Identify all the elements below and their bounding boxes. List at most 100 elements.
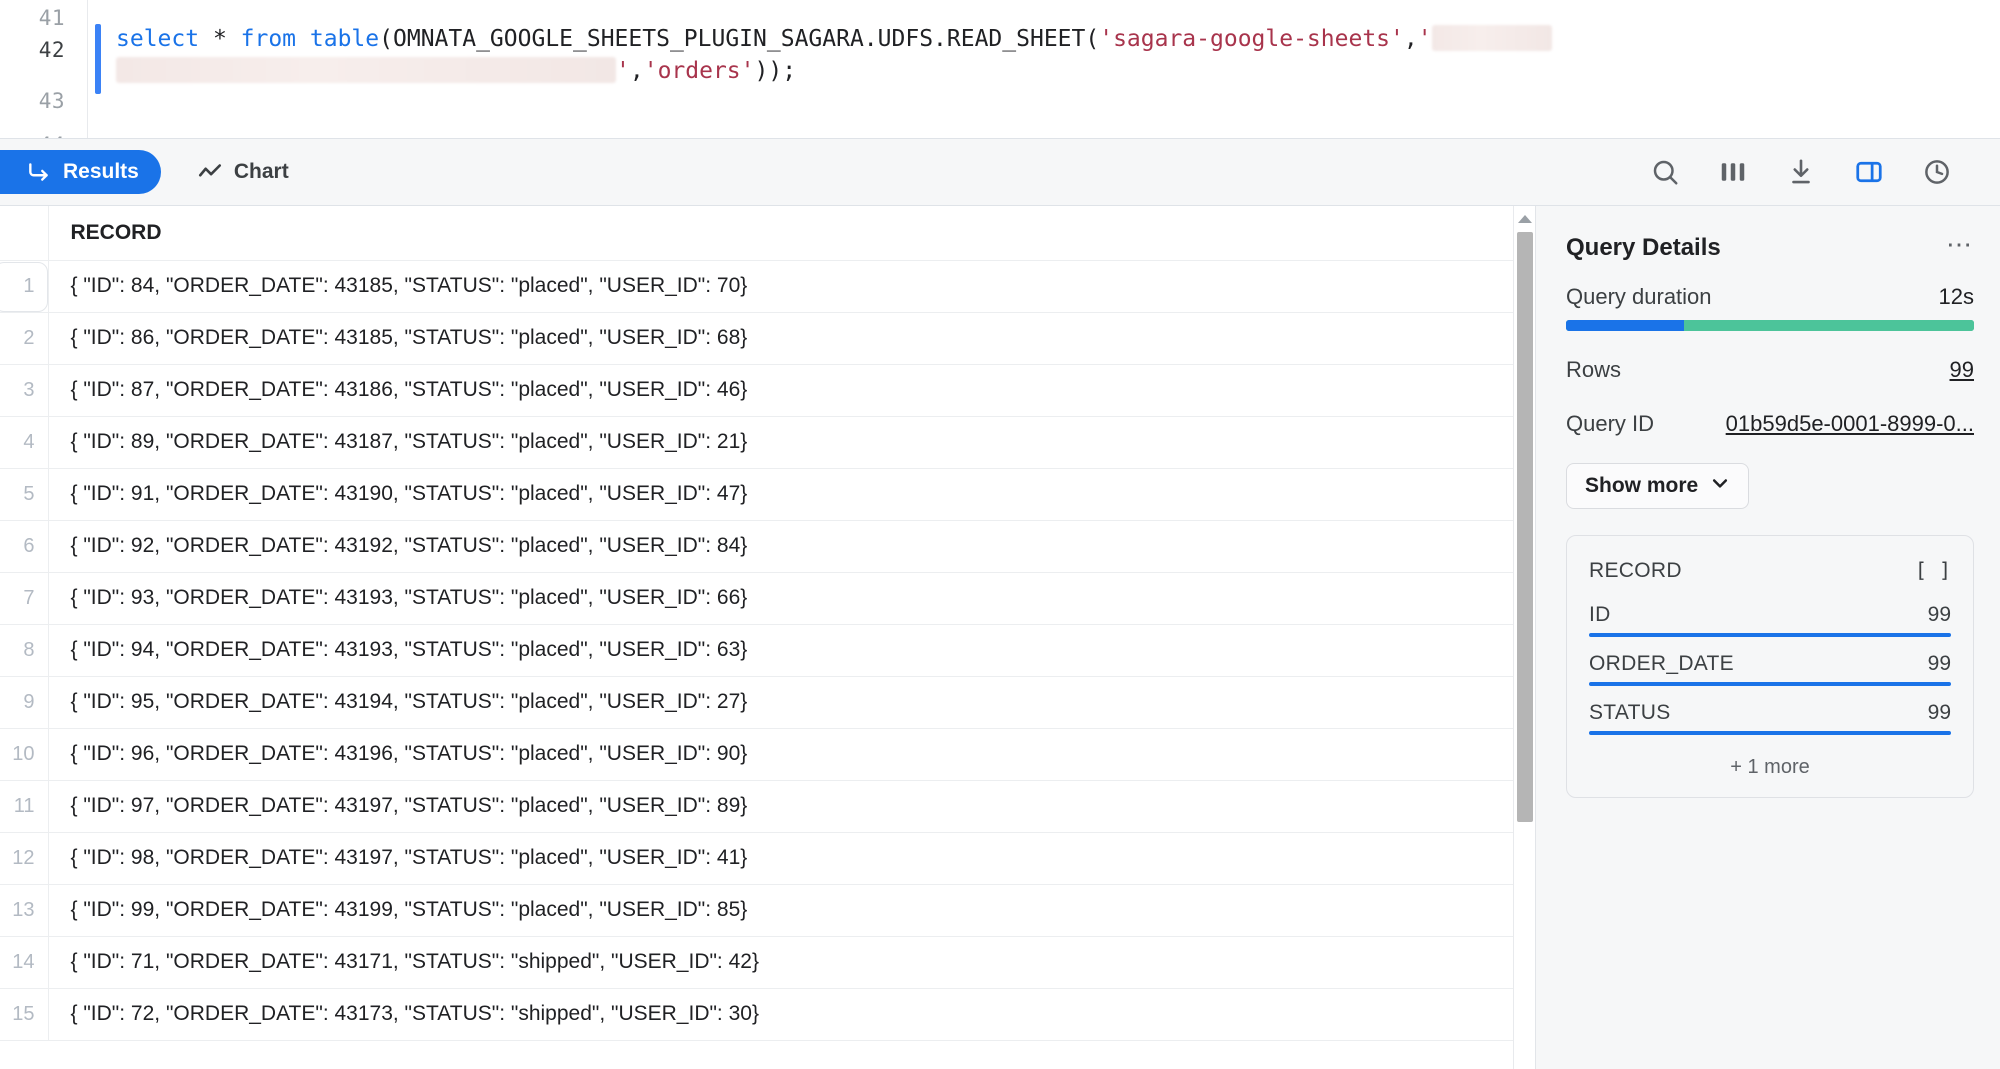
table-row[interactable]: 11{ "ID": 97, "ORDER_DATE": 43197, "STAT… — [0, 780, 1535, 833]
query-id-value[interactable]: 01b59d5e-0001-8999-0... — [1726, 411, 1974, 437]
column-header-record[interactable]: RECORD — [48, 206, 1535, 261]
record-cell[interactable]: { "ID": 87, "ORDER_DATE": 43186, "STATUS… — [48, 364, 1535, 417]
sql-paren-open: ( — [379, 26, 393, 52]
record-cell[interactable]: { "ID": 84, "ORDER_DATE": 43185, "STATUS… — [48, 260, 1535, 313]
results-tab-group: Results Chart — [0, 150, 311, 194]
table-row[interactable]: 5{ "ID": 91, "ORDER_DATE": 43190, "STATU… — [0, 468, 1535, 521]
record-stats-more-note[interactable]: + 1 more — [1589, 750, 1951, 779]
table-row[interactable]: 6{ "ID": 92, "ORDER_DATE": 43192, "STATU… — [0, 520, 1535, 573]
search-icon[interactable] — [1648, 155, 1682, 189]
record-stats-type-badge: [ ] — [1914, 558, 1951, 582]
sql-editor[interactable]: 41 42 43 44 select * from table(OMNATA_G… — [0, 0, 2000, 138]
record-stats-field-value: 99 — [1927, 701, 1951, 724]
sql-comma: , — [1403, 26, 1418, 52]
results-vertical-scrollbar[interactable] — [1513, 206, 1535, 1069]
record-cell[interactable]: { "ID": 86, "ORDER_DATE": 43185, "STATUS… — [48, 312, 1535, 365]
record-cell[interactable]: { "ID": 91, "ORDER_DATE": 43190, "STATUS… — [48, 468, 1535, 521]
record-cell[interactable]: { "ID": 96, "ORDER_DATE": 43196, "STATUS… — [48, 728, 1535, 781]
side-panel-icon[interactable] — [1852, 155, 1886, 189]
record-cell[interactable]: { "ID": 72, "ORDER_DATE": 43173, "STATUS… — [48, 988, 1535, 1041]
record-stats-field: ORDER_DATE 99 — [1589, 652, 1951, 686]
show-more-label: Show more — [1585, 474, 1699, 497]
toolbar-icon-group — [1648, 155, 1976, 189]
record-stats-field-meter — [1589, 633, 1951, 637]
history-clock-icon[interactable] — [1920, 155, 1954, 189]
row-number-header — [0, 206, 49, 261]
show-more-button[interactable]: Show more — [1566, 463, 1750, 509]
table-row[interactable]: 1{ "ID": 84, "ORDER_DATE": 43185, "STATU… — [0, 260, 1535, 313]
record-stats-field-meter — [1589, 682, 1951, 686]
sql-paren-close: )); — [754, 58, 797, 84]
record-cell[interactable]: { "ID": 92, "ORDER_DATE": 43192, "STATUS… — [48, 520, 1535, 573]
sql-arg-sheet-id-quote-open: ' — [1417, 26, 1432, 52]
sql-comma-2: , — [629, 58, 644, 84]
record-cell[interactable]: { "ID": 97, "ORDER_DATE": 43197, "STATUS… — [48, 780, 1535, 833]
record-stats-field: STATUS 99 — [1589, 701, 1951, 735]
sql-code-area[interactable]: select * from table(OMNATA_GOOGLE_SHEETS… — [88, 0, 2000, 138]
row-number-cell: 15 — [0, 988, 49, 1041]
scroll-up-arrow-icon[interactable] — [1517, 215, 1532, 223]
sql-qualified-name: OMNATA_GOOGLE_SHEETS_PLUGIN_SAGARA.UDFS.… — [393, 26, 1086, 52]
record-cell[interactable]: { "ID": 95, "ORDER_DATE": 43194, "STATUS… — [48, 676, 1535, 729]
line-number: 41 — [38, 6, 65, 30]
record-stats-field-name: ORDER_DATE — [1589, 652, 1734, 675]
record-cell[interactable]: { "ID": 94, "ORDER_DATE": 43193, "STATUS… — [48, 624, 1535, 677]
record-stats-field-meter — [1589, 731, 1951, 735]
chevron-down-icon — [1710, 473, 1730, 499]
results-table: RECORD 1{ "ID": 84, "ORDER_DATE": 43185,… — [0, 206, 1535, 1041]
record-cell[interactable]: { "ID": 98, "ORDER_DATE": 43197, "STATUS… — [48, 832, 1535, 885]
table-row[interactable]: 3{ "ID": 87, "ORDER_DATE": 43186, "STATU… — [0, 364, 1535, 417]
record-cell[interactable]: { "ID": 89, "ORDER_DATE": 43187, "STATUS… — [48, 416, 1535, 469]
sql-arg-sheet-id-quote-close: ' — [616, 58, 630, 84]
overflow-dots-icon[interactable]: ⋯ — [1946, 231, 1974, 258]
rows-label: Rows — [1566, 357, 1622, 382]
row-number-cell: 10 — [0, 728, 49, 781]
sql-keyword-select: select — [116, 26, 200, 52]
duration-bar-segment-green — [1684, 320, 1974, 331]
record-stats-header: RECORD [ ] — [1589, 558, 1951, 583]
redacted-sheet-id-part1 — [1431, 25, 1552, 51]
record-cell[interactable]: { "ID": 99, "ORDER_DATE": 43199, "STATUS… — [48, 884, 1535, 937]
results-table-container[interactable]: RECORD 1{ "ID": 84, "ORDER_DATE": 43185,… — [0, 206, 1536, 1069]
query-duration-value: 12s — [1938, 284, 1974, 309]
table-row[interactable]: 8{ "ID": 94, "ORDER_DATE": 43193, "STATU… — [0, 624, 1535, 677]
query-duration-label: Query duration — [1566, 284, 1712, 309]
active-statement-marker — [95, 24, 101, 94]
record-stats-field-name: ID — [1589, 603, 1611, 626]
sql-arg-paren-open: ( — [1085, 26, 1100, 52]
row-number-cell: 13 — [0, 884, 49, 937]
table-row[interactable]: 13{ "ID": 99, "ORDER_DATE": 43199, "STAT… — [0, 884, 1535, 937]
record-cell[interactable]: { "ID": 93, "ORDER_DATE": 43193, "STATUS… — [48, 572, 1535, 625]
row-number-cell: 3 — [0, 364, 49, 417]
sql-arg-sheet-name: 'orders' — [643, 58, 755, 84]
rows-row: Rows 99 — [1566, 357, 1974, 383]
record-stats-field-value: 99 — [1927, 652, 1951, 675]
arrow-turn-down-right-icon — [26, 159, 52, 185]
table-row[interactable]: 15{ "ID": 72, "ORDER_DATE": 43173, "STAT… — [0, 988, 1535, 1041]
record-cell[interactable]: { "ID": 71, "ORDER_DATE": 43171, "STATUS… — [48, 936, 1535, 989]
table-row[interactable]: 2{ "ID": 86, "ORDER_DATE": 43185, "STATU… — [0, 312, 1535, 365]
results-table-header: RECORD — [0, 206, 1535, 261]
record-stats-field: ID 99 — [1589, 603, 1951, 637]
duration-bar-segment-blue — [1566, 320, 1685, 331]
table-row[interactable]: 7{ "ID": 93, "ORDER_DATE": 43193, "STATU… — [0, 572, 1535, 625]
tab-chart[interactable]: Chart — [175, 150, 311, 194]
record-stats-field-name: STATUS — [1589, 701, 1671, 724]
line-number-active: 42 — [38, 38, 65, 62]
row-number-cell: 7 — [0, 572, 49, 625]
columns-icon[interactable] — [1716, 155, 1750, 189]
results-body: RECORD 1{ "ID": 84, "ORDER_DATE": 43185,… — [0, 206, 2000, 1069]
tab-results[interactable]: Results — [0, 150, 161, 194]
table-row[interactable]: 10{ "ID": 96, "ORDER_DATE": 43196, "STAT… — [0, 728, 1535, 781]
scrollbar-thumb[interactable] — [1517, 232, 1533, 822]
query-duration-bar — [1566, 320, 1974, 331]
query-details-header: Query Details ⋯ — [1566, 231, 1974, 262]
table-row[interactable]: 9{ "ID": 95, "ORDER_DATE": 43194, "STATU… — [0, 676, 1535, 729]
download-icon[interactable] — [1784, 155, 1818, 189]
rows-value[interactable]: 99 — [1950, 357, 1974, 383]
query-id-label: Query ID — [1566, 411, 1655, 436]
table-row[interactable]: 12{ "ID": 98, "ORDER_DATE": 43197, "STAT… — [0, 832, 1535, 885]
table-row[interactable]: 14{ "ID": 71, "ORDER_DATE": 43171, "STAT… — [0, 936, 1535, 989]
table-row[interactable]: 4{ "ID": 89, "ORDER_DATE": 43187, "STATU… — [0, 416, 1535, 469]
row-number-cell: 14 — [0, 936, 49, 989]
